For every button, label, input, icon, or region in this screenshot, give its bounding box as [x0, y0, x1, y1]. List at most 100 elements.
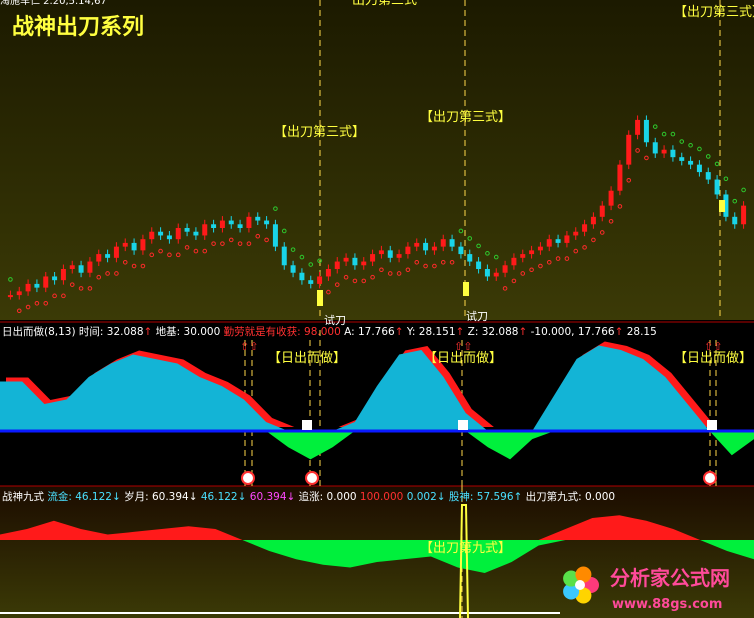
candle-body	[555, 239, 561, 243]
candle-body	[122, 242, 128, 247]
trial-label: 试刀	[466, 310, 488, 323]
candle-body	[78, 265, 84, 273]
top-header-text: 淘施车仁 2.20,5.14,67	[0, 0, 107, 7]
bottom-label: 【出刀第九式】	[420, 541, 511, 556]
price-panel-bg	[0, 0, 754, 320]
candle-body	[582, 224, 588, 232]
candle-body	[493, 272, 499, 277]
candle-body	[193, 231, 199, 236]
bottom-header-seg: 100.000	[357, 491, 404, 503]
candle-body	[202, 224, 208, 236]
candle-body	[529, 250, 535, 255]
house-icon	[302, 420, 312, 430]
candle-body	[228, 220, 234, 225]
candle-body	[484, 269, 490, 277]
chart-root: ⇧⇧ ⇧⇧ ⇧⇧ 战神出刀系列 淘施车仁 2.20,5.14,67 【出刀第三式】 【出刀…	[0, 0, 754, 618]
indicator-header-seg: Z: 32.088	[464, 326, 518, 338]
candle-body	[590, 216, 596, 225]
candle-body	[105, 254, 111, 258]
watermark-logo-icon	[575, 580, 585, 590]
candle-body	[237, 224, 243, 228]
signal-candle	[317, 290, 323, 306]
candle-body	[334, 261, 340, 269]
candle-body	[635, 119, 641, 135]
arrow-marker: ⇧⇧	[240, 340, 258, 353]
bottom-header-seg: 追涨: 0.000	[295, 490, 356, 503]
candle-body	[652, 142, 658, 154]
candle-body	[317, 276, 323, 284]
candle-body	[626, 134, 632, 165]
indicator-label: 【日出而做】	[424, 351, 502, 366]
candle-body	[502, 265, 508, 273]
candle-body	[546, 239, 552, 247]
candle-body	[696, 164, 702, 173]
candle-body	[113, 246, 119, 258]
candle-body	[449, 239, 455, 247]
candle-body	[184, 228, 190, 232]
candle-body	[281, 246, 287, 266]
candle-body	[714, 179, 720, 195]
indicator-header-seg: ↑	[615, 326, 624, 338]
candle-body	[352, 257, 358, 266]
candle-body	[255, 216, 261, 221]
candle-body	[741, 205, 747, 225]
bottom-header-seg: 流金: 46.122↓	[44, 490, 121, 503]
candle-body	[387, 250, 393, 258]
candle-body	[431, 246, 437, 251]
chart-title: 战神出刀系列	[12, 14, 144, 40]
candle-body	[25, 283, 31, 292]
bottom-header-seg: 岁月: 60.394↓	[121, 490, 198, 503]
candle-body	[60, 269, 66, 281]
indicator-header-seg: ↑	[518, 326, 527, 338]
candle-body	[343, 257, 349, 262]
candle-body	[290, 265, 296, 273]
indicator-header-seg: ↑	[144, 326, 153, 338]
candle-body	[370, 254, 376, 262]
bottom-header-seg: 出刀第九式: 0.000	[522, 490, 615, 503]
annotation-label: 【出刀第三式】	[420, 110, 511, 125]
smile-icon	[703, 471, 717, 485]
indicator-label: 【日出而做】	[674, 351, 752, 366]
candle-body	[670, 149, 676, 158]
candle-body	[264, 220, 270, 225]
indicator-header-seg: -10.000, 17.766	[527, 326, 615, 338]
annotation-label: 出刀第三式	[352, 0, 417, 8]
candle-body	[140, 239, 146, 251]
candle-body	[272, 224, 278, 247]
candle-body	[732, 216, 738, 225]
indicator-label: 【日出而做】	[268, 351, 346, 366]
candle-body	[679, 157, 685, 161]
candle-body	[511, 257, 517, 266]
bottom-header-seg: 战神九式	[2, 490, 44, 503]
candle-body	[308, 280, 314, 284]
candle-body	[87, 261, 93, 273]
indicator-header-seg: 勤劳就是有收获: 98.000	[224, 325, 341, 338]
house-icon	[707, 420, 717, 430]
candle-body	[158, 231, 164, 236]
stock-chart: ⇧⇧ ⇧⇧ ⇧⇧ 战神出刀系列淘施车仁 2.20,5.14,67【出刀第三式】【出刀…	[0, 0, 754, 618]
candle-body	[69, 265, 75, 269]
bottom-header-seg: 46.122↓	[198, 491, 247, 503]
candle-body	[211, 224, 217, 228]
candle-body	[34, 283, 40, 288]
candle-body	[149, 231, 155, 240]
indicator-header-seg: 地基: 30.000	[152, 325, 223, 338]
candle-body	[361, 261, 367, 266]
indicator-header-seg: A: 17.766	[341, 326, 395, 338]
candle-body	[96, 254, 102, 262]
annotation-label: 【出刀第三式】	[274, 125, 365, 140]
candle-body	[537, 246, 543, 251]
candle-body	[52, 276, 58, 281]
candle-body	[175, 228, 181, 240]
candle-body	[246, 216, 252, 228]
candle-body	[396, 254, 402, 258]
bottom-header-seg: 0.002↓	[403, 491, 445, 503]
candle-body	[643, 119, 649, 143]
candle-body	[423, 242, 429, 251]
candle-body	[378, 250, 384, 255]
candle-body	[131, 242, 137, 251]
candle-body	[325, 269, 331, 277]
candle-body	[520, 254, 526, 258]
indicator-header-seg: ↑	[395, 326, 404, 338]
candle-body	[299, 272, 305, 281]
